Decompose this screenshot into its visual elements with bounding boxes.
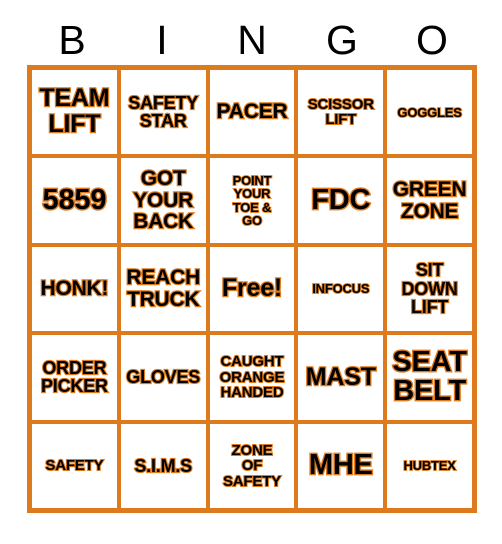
bingo-cell-o4[interactable]: SEAT BELT: [387, 335, 472, 420]
bingo-cell-free[interactable]: Free!: [209, 246, 295, 332]
bingo-cell-label: GLOVES: [125, 367, 201, 388]
free-space-label: Free!: [221, 274, 284, 303]
bingo-cell-label: INFOCUS: [311, 281, 370, 297]
bingo-cell-i3[interactable]: REACH TRUCK: [120, 246, 206, 332]
bingo-cell-n1[interactable]: PACER: [209, 70, 295, 155]
bingo-cell-b1[interactable]: TEAM LIFT: [32, 70, 117, 155]
bingo-cell-n2[interactable]: POINT YOUR TOE & GO: [209, 158, 295, 243]
bingo-cell-label: 5859: [41, 183, 108, 216]
bingo-cell-label: SAFETY: [44, 457, 104, 475]
header-letter-o: O: [416, 16, 448, 63]
bingo-cell-label: HUBTEX: [403, 458, 457, 474]
bingo-cell-g4[interactable]: MAST: [298, 335, 384, 420]
bingo-cell-g1[interactable]: SCISSOR LIFT: [298, 70, 384, 155]
bingo-cell-label: HONK!: [39, 277, 109, 301]
bingo-cell-o2[interactable]: GREEN ZONE: [387, 158, 472, 243]
bingo-cell-o5[interactable]: HUBTEX: [387, 423, 472, 508]
bingo-cell-label: REACH TRUCK: [125, 266, 201, 312]
bingo-cell-g5[interactable]: MHE: [298, 423, 384, 508]
bingo-cell-label: CAUGHT ORANGE HANDED: [219, 353, 286, 402]
bingo-cell-label: PACER: [215, 100, 289, 124]
bingo-cell-i2[interactable]: GOT YOUR BACK: [120, 158, 206, 243]
bingo-cell-label: TEAM LIFT: [38, 84, 111, 139]
bingo-cell-label: MAST: [304, 362, 377, 391]
bingo-cell-n4[interactable]: CAUGHT ORANGE HANDED: [209, 335, 295, 420]
bingo-cell-label: GOT YOUR BACK: [132, 167, 194, 234]
bingo-cell-g3[interactable]: INFOCUS: [298, 246, 384, 332]
bingo-cell-b2[interactable]: 5859: [32, 158, 117, 243]
bingo-cell-label: GOGGLES: [397, 104, 463, 120]
header-letter-i: I: [156, 16, 168, 63]
bingo-cell-label: ZONE OF SAFETY: [222, 441, 282, 490]
bingo-cell-label: SCISSOR LIFT: [307, 95, 375, 129]
header-letter-n: N: [237, 16, 267, 63]
bingo-cell-i4[interactable]: GLOVES: [120, 335, 206, 420]
bingo-grid: TEAM LIFT SAFETY STAR PACER SCISSOR LIFT…: [27, 65, 477, 513]
bingo-cell-i1[interactable]: SAFETY STAR: [120, 70, 206, 155]
bingo-cell-o1[interactable]: GOGGLES: [387, 70, 472, 155]
bingo-cell-label: SAFETY STAR: [127, 92, 199, 132]
bingo-cell-b5[interactable]: SAFETY: [32, 423, 117, 508]
bingo-cell-label: ORDER PICKER: [40, 357, 109, 397]
header-letter-b: B: [58, 16, 86, 63]
bingo-card: B I N G O TEAM LIFT SAFETY STAR PACER SC…: [0, 0, 502, 544]
bingo-cell-label: SEAT BELT: [391, 345, 468, 408]
bingo-cell-n5[interactable]: ZONE OF SAFETY: [209, 423, 295, 508]
bingo-cell-label: GREEN ZONE: [392, 177, 468, 223]
bingo-cell-label: MHE: [307, 448, 374, 482]
header-letter-g: G: [326, 16, 358, 63]
bingo-cell-label: SIT DOWN LIFT: [400, 260, 459, 318]
bingo-cell-b3[interactable]: HONK!: [32, 246, 117, 332]
bingo-cell-label: FDC: [310, 183, 372, 216]
bingo-header-row: B I N G O: [27, 16, 477, 64]
bingo-cell-i5[interactable]: S.I.M.S: [120, 423, 206, 508]
bingo-cell-label: POINT YOUR TOE & GO: [232, 172, 273, 228]
bingo-cell-b4[interactable]: ORDER PICKER: [32, 335, 117, 420]
bingo-cell-o3[interactable]: SIT DOWN LIFT: [387, 246, 472, 332]
bingo-cell-g2[interactable]: FDC: [298, 158, 384, 243]
bingo-cell-label: S.I.M.S: [133, 455, 193, 476]
